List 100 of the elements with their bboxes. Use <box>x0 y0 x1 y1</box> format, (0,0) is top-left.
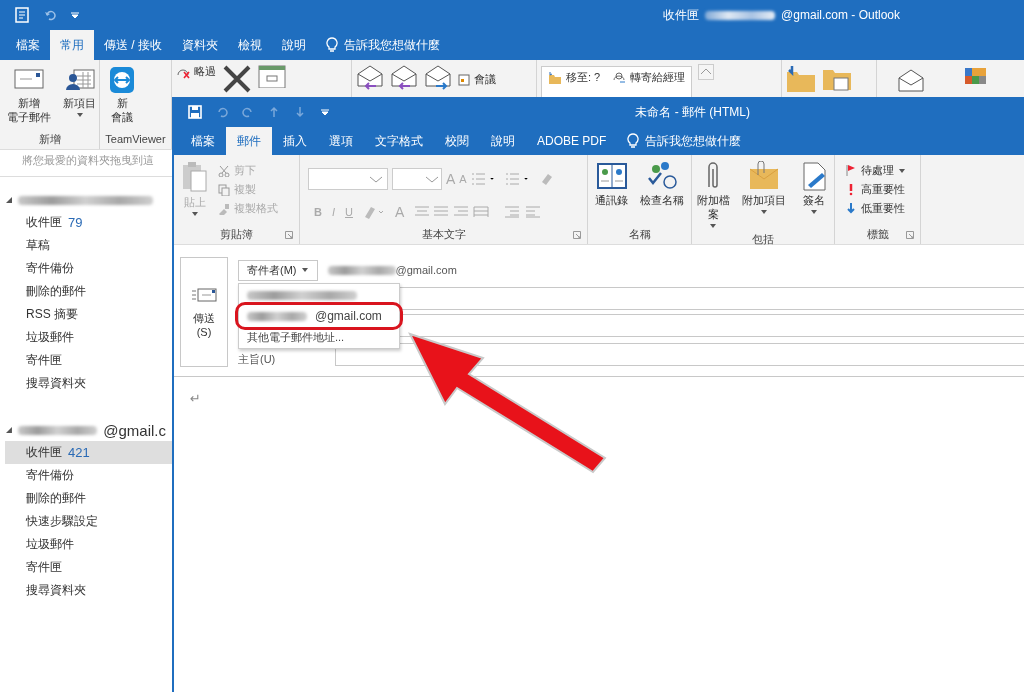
group-label: 名稱 <box>627 227 652 242</box>
ribbon-tab[interactable]: 文字格式 <box>364 127 434 155</box>
undo-icon[interactable] <box>216 106 228 118</box>
window-title: 未命名 - 郵件 (HTML) <box>635 103 750 121</box>
folder-item[interactable]: 刪除的郵件 <box>5 487 172 510</box>
ignore-button[interactable]: 略過 <box>176 64 216 79</box>
tell-me-field[interactable]: 告訴我您想做什麼 <box>645 132 742 150</box>
folder-item[interactable]: 寄件匣 <box>5 556 172 579</box>
window-title: 收件匣 <box>663 6 700 24</box>
ribbon-tab[interactable]: 選項 <box>318 127 364 155</box>
menu-item-text: @gmail.com <box>314 309 382 323</box>
up-arrow-icon[interactable] <box>268 106 280 118</box>
scissors-icon <box>218 164 230 177</box>
customize-icon[interactable] <box>320 107 330 117</box>
teamviewer-icon <box>107 66 137 94</box>
ribbon-tab[interactable]: 說明 <box>272 30 316 60</box>
window-title: @gmail.com - Outlook <box>781 8 900 22</box>
ribbon-button[interactable]: 新 會議 <box>104 64 140 131</box>
scroll-up-icon[interactable] <box>698 64 715 80</box>
delete-icon[interactable] <box>222 64 252 94</box>
ribbon-tab[interactable]: 插入 <box>272 127 318 155</box>
ribbon-tab[interactable]: 傳送 / 接收 <box>94 30 172 60</box>
group-label: 新增 <box>37 132 62 147</box>
font-size-dropdown[interactable] <box>392 167 442 190</box>
folder-item[interactable]: 寄件備份 <box>5 257 172 280</box>
send-button[interactable]: 傳送(S) <box>180 257 228 367</box>
open-envelope-icon[interactable] <box>897 68 925 92</box>
account-name[interactable]: @gmail.c <box>103 421 166 439</box>
reply-icon[interactable] <box>356 64 384 90</box>
folder-item[interactable]: 刪除的郵件 <box>5 280 172 303</box>
ribbon-tab[interactable]: 校閱 <box>434 127 480 155</box>
ribbon-tab[interactable]: 檔案 <box>180 127 226 155</box>
group-label: 標籤 <box>839 226 916 242</box>
expand-triangle-icon[interactable] <box>6 427 12 433</box>
favorites-hint: 將您最愛的資料夾拖曳到這 <box>21 153 155 168</box>
folder-item[interactable]: 垃圾郵件 <box>5 533 172 556</box>
folder-icon <box>548 70 562 85</box>
ribbon-button[interactable]: 通訊錄 <box>592 159 631 226</box>
reply-all-icon[interactable] <box>390 64 418 90</box>
clipboard-icon <box>181 161 209 193</box>
format-painter-icon <box>218 202 230 215</box>
ribbon-button[interactable]: 附加項目 <box>738 159 789 231</box>
folder-item[interactable]: 垃圾郵件 <box>5 326 172 349</box>
from-button[interactable]: 寄件者(M) <box>238 259 318 281</box>
subject-label: 主旨(U) <box>238 351 277 367</box>
ribbon-tab[interactable]: 檢視 <box>228 30 272 60</box>
font-name-dropdown[interactable] <box>308 167 388 190</box>
ribbon-tab[interactable]: 郵件 <box>226 127 272 155</box>
tag-button[interactable]: 高重要性 <box>845 182 916 197</box>
copy-icon <box>218 183 230 196</box>
folder-name[interactable]: 收件匣 <box>26 444 62 461</box>
group-label: TeamViewer <box>104 132 167 147</box>
folder-item[interactable]: 草稿 <box>5 234 172 257</box>
dialog-launcher-icon[interactable] <box>906 231 914 239</box>
down-arrow-icon[interactable] <box>294 106 306 118</box>
redacted-blur <box>247 311 307 321</box>
tag-button[interactable]: 待處理 <box>845 163 916 178</box>
ribbon-button[interactable]: 檢查名稱 <box>637 159 687 226</box>
menu-item[interactable]: 其他電子郵件地址... <box>239 328 399 346</box>
folder-item[interactable]: 搜尋資料夾 <box>5 579 172 602</box>
ribbon-button[interactable]: 簽名 <box>794 159 833 231</box>
ribbon-button[interactable]: 附加檔 案 <box>693 159 733 231</box>
dialog-launcher-icon[interactable] <box>285 231 293 239</box>
expand-triangle-icon[interactable] <box>6 197 12 203</box>
folder-item[interactable]: 寄件備份 <box>5 464 172 487</box>
redo-icon[interactable] <box>242 106 254 118</box>
send-envelope-icon <box>191 286 217 303</box>
group-label: 剪貼簿 <box>178 226 295 242</box>
group-label: 包括 <box>751 232 775 247</box>
ribbon-tab[interactable]: 說明 <box>480 127 526 155</box>
undo-icon <box>44 9 56 21</box>
tag-button[interactable]: 低重要性 <box>845 201 916 216</box>
forward-icon[interactable] <box>424 64 452 90</box>
folder-name[interactable]: 收件匣 <box>26 214 62 231</box>
ribbon-button[interactable]: 新增 電子郵件 <box>4 64 54 131</box>
save-icon[interactable] <box>188 105 202 119</box>
menu-item[interactable]: @gmail.com <box>239 306 399 326</box>
quick-step[interactable]: 轉寄給經理 <box>612 70 686 85</box>
highlighter-icon[interactable] <box>362 205 385 220</box>
flag-icon <box>845 164 857 177</box>
archive-icon[interactable] <box>258 64 286 88</box>
ribbon-tab[interactable]: 檔案 <box>6 30 50 60</box>
folder-item[interactable]: RSS 摘要 <box>5 303 172 326</box>
ribbon-tab[interactable]: 常用 <box>50 30 94 60</box>
tell-me-field[interactable]: 告訴我您想做什麼 <box>344 36 440 54</box>
quick-step[interactable]: 移至: ? <box>548 70 601 85</box>
dialog-launcher-icon[interactable] <box>573 231 581 239</box>
from-address: @gmail.com <box>395 264 457 276</box>
redacted-blur <box>705 10 776 20</box>
meeting-button[interactable]: 會議 <box>458 72 496 87</box>
move-folder-icon[interactable] <box>786 64 816 92</box>
group-label: 基本文字 <box>304 226 583 242</box>
folder-item[interactable]: 快速步驟設定 <box>5 510 172 533</box>
unread-count: 421 <box>68 445 90 460</box>
ribbon-tab[interactable]: ADOBE PDF <box>526 127 618 155</box>
ribbon-tab[interactable]: 資料夾 <box>172 30 228 60</box>
folder-item[interactable]: 寄件匣 <box>5 349 172 372</box>
caret-icon <box>191 211 199 217</box>
ribbon-button[interactable]: 新項目 <box>60 64 99 131</box>
folder-item[interactable]: 搜尋資料夾 <box>5 372 172 395</box>
